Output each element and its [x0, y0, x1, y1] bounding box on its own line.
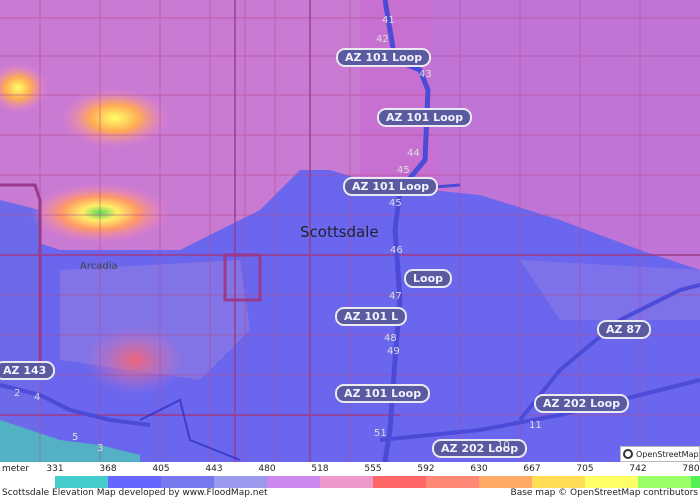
highway-shield-loop: Loop [404, 269, 452, 288]
legend-swatch [267, 476, 320, 488]
legend-tick-label: 368 [99, 464, 117, 474]
legend-tick-label: 405 [152, 464, 170, 474]
exit-number: 4 [34, 392, 41, 403]
legend-swatch [426, 476, 479, 488]
legend-tick-label: 480 [258, 464, 276, 474]
openstreetmap-logo-text: OpenStreetMap [636, 449, 699, 459]
exit-number: 48 [384, 333, 397, 344]
exit-number: 49 [387, 346, 400, 357]
legend-swatch [691, 476, 700, 488]
exit-number: 43 [419, 69, 432, 80]
exit-number: 45 [397, 165, 410, 176]
highway-shield-143: AZ 143 [0, 361, 56, 380]
exit-number: 42 [376, 34, 389, 45]
highway-shield-101-c: AZ 101 Loop [343, 177, 439, 196]
legend-swatch [108, 476, 161, 488]
highway-shield-101-d: AZ 101 L [335, 307, 408, 326]
legend-swatch [214, 476, 267, 488]
legend-swatch [479, 476, 532, 488]
legend-tick-label: 592 [417, 464, 435, 474]
exit-number: 51 [374, 428, 387, 439]
highway-shield-87: AZ 87 [597, 320, 651, 339]
footer-attribution[interactable]: Base map © OpenStreetMap contributors [511, 488, 698, 498]
legend-tick-label: 780 [682, 464, 700, 474]
legend-swatch [532, 476, 585, 488]
hill-peak-north [60, 88, 170, 148]
exit-number: 11 [529, 420, 542, 431]
highway-shield-202-b: AZ 202 Loop [432, 439, 528, 458]
magnifier-icon [623, 449, 633, 459]
footer-credit: Scottsdale Elevation Map developed by ww… [2, 488, 268, 498]
legend-tick-label: 518 [311, 464, 329, 474]
exit-number: 5 [72, 432, 79, 443]
exit-number: 44 [407, 148, 420, 159]
exit-number: 2 [14, 388, 21, 399]
elevation-map-page: AZ 101 Loop AZ 101 Loop AZ 101 Loop Loop… [0, 0, 700, 500]
legend-tick-label: 331 [46, 464, 64, 474]
legend-tick-label: 667 [523, 464, 541, 474]
highway-shield-101-a: AZ 101 Loop [336, 48, 432, 67]
legend-swatch [585, 476, 638, 488]
legend-tick-label: 705 [576, 464, 594, 474]
exit-number: 41 [382, 15, 395, 26]
map-canvas[interactable]: AZ 101 Loop AZ 101 Loop AZ 101 Loop Loop… [0, 0, 700, 462]
legend-swatch [55, 476, 108, 488]
exit-number: 45 [389, 198, 402, 209]
highway-shield-101-b: AZ 101 Loop [377, 108, 473, 127]
highway-shield-101-e: AZ 101 Loop [335, 384, 431, 403]
city-label-scottsdale: Scottsdale [300, 223, 379, 241]
legend-swatch [320, 476, 373, 488]
openstreetmap-logo[interactable]: OpenStreetMap [620, 446, 700, 462]
exit-number: 47 [389, 291, 402, 302]
legend-tick-label: 630 [470, 464, 488, 474]
exit-number: 3 [97, 443, 104, 454]
legend-tick-label: 443 [205, 464, 223, 474]
place-label-arcadia: Arcadia [80, 261, 118, 272]
elevation-legend: meter 331 368 405 443 480 518 555 592 630 667 705 7… [0, 462, 700, 500]
legend-unit-label: meter [2, 464, 30, 474]
legend-swatch [161, 476, 214, 488]
legend-tick-label: 742 [629, 464, 647, 474]
legend-tick-label: 555 [364, 464, 382, 474]
exit-number: 46 [390, 245, 403, 256]
legend-swatch [373, 476, 426, 488]
legend-swatch [638, 476, 691, 488]
legend-color-bar [55, 476, 700, 488]
highway-shield-202-a: AZ 202 Loop [534, 394, 630, 413]
exit-number: 10 [497, 440, 510, 451]
